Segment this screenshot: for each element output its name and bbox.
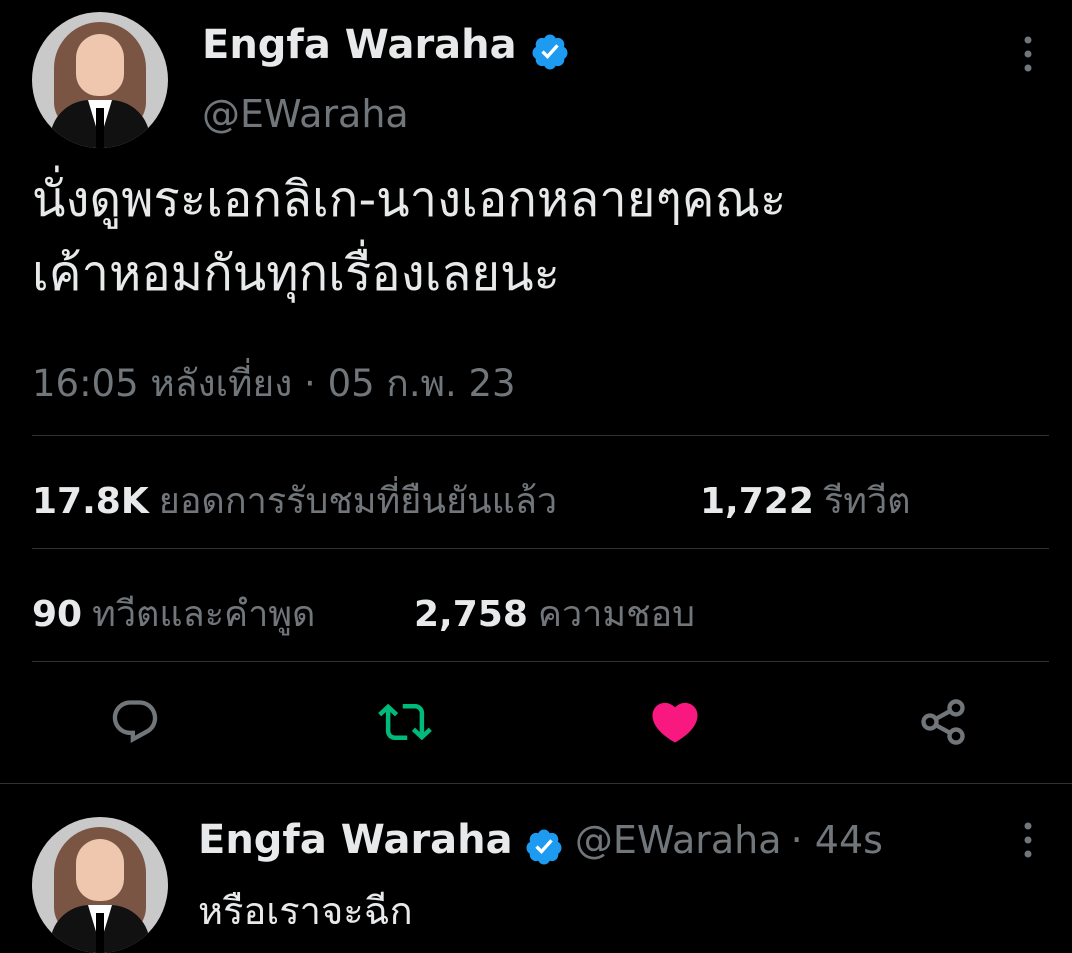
divider: [32, 548, 1049, 549]
reply-author-handle[interactable]: @EWaraha: [575, 818, 782, 862]
retweet-button[interactable]: [377, 694, 433, 750]
likes-label: ความชอบ: [537, 594, 696, 635]
reply-text: หรือเราจะฉีก: [198, 889, 413, 933]
reply-author-name[interactable]: Engfa Waraha: [198, 817, 513, 863]
views-stat[interactable]: 17.8K ยอดการรับชมที่ยืนยันแล้ว: [32, 472, 557, 529]
quotes-label: ทวีตและคำพูด: [92, 594, 316, 635]
retweets-count: 1,722: [700, 481, 814, 522]
share-icon: [921, 699, 965, 745]
author-name-row[interactable]: Engfa Waraha: [202, 22, 570, 76]
heart-icon: [652, 702, 698, 743]
tweet-text-line-1: นั่งดูพระเอกลิเก-นางเอกหลายๆคณะ: [32, 171, 787, 228]
retweet-icon: [378, 703, 432, 741]
quotes-count: 90: [32, 594, 83, 635]
views-count: 17.8K: [32, 481, 149, 522]
reply-more-options-icon[interactable]: [1016, 820, 1040, 860]
reply-author-avatar[interactable]: [32, 817, 168, 953]
author-avatar[interactable]: [32, 12, 168, 148]
reply-time[interactable]: · 44s: [791, 818, 883, 862]
divider: [32, 435, 1049, 436]
reply-header: Engfa Waraha @EWaraha · 44s: [198, 817, 883, 871]
divider: [32, 661, 1049, 662]
author-name[interactable]: Engfa Waraha: [202, 22, 517, 68]
reply-button[interactable]: [107, 694, 163, 750]
retweets-label: รีทวีต: [823, 481, 911, 522]
retweets-stat[interactable]: 1,722 รีทวีต: [700, 472, 911, 529]
share-button[interactable]: [915, 694, 971, 750]
likes-stat[interactable]: 2,758 ความชอบ: [414, 585, 695, 642]
author-handle[interactable]: @EWaraha: [202, 92, 409, 136]
tweet-timestamp[interactable]: 16:05 หลังเที่ยง · 05 ก.พ. 23: [32, 354, 516, 413]
like-button[interactable]: [647, 694, 703, 750]
reply-icon: [112, 700, 158, 744]
likes-count: 2,758: [414, 594, 528, 635]
more-options-icon[interactable]: [1016, 34, 1040, 74]
section-divider: [0, 783, 1072, 784]
tweet-text: นั่งดูพระเอกลิเก-นางเอกหลายๆคณะ เค้าหอมก…: [32, 170, 1052, 304]
tweet-text-line-2: เค้าหอมกันทุกเรื่องเลยนะ: [32, 245, 560, 302]
quotes-stat[interactable]: 90 ทวีตและคำพูด: [32, 585, 315, 642]
views-label: ยอดการรับชมที่ยืนยันแล้ว: [158, 481, 558, 522]
verified-badge-icon: [524, 827, 564, 871]
verified-badge-icon: [530, 32, 570, 76]
